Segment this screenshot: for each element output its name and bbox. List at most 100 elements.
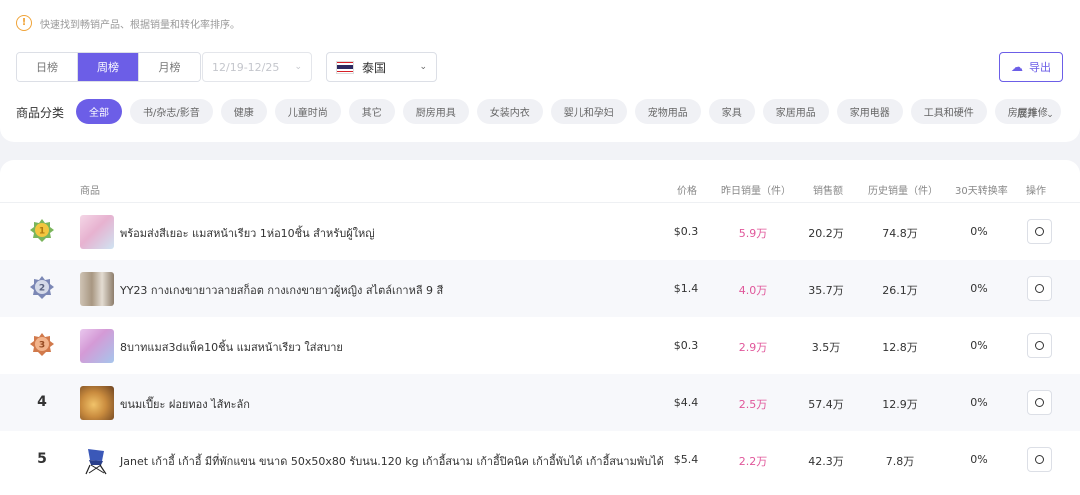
history-sales-value: 74.8万 — [882, 227, 918, 240]
history-sales-value: 12.9万 — [882, 398, 918, 411]
export-label: 导出 — [1029, 61, 1051, 74]
category-chip-books[interactable]: 书/杂志/影音 — [130, 99, 213, 124]
yesterday-sales-value: 2.9万 — [738, 341, 768, 354]
category-chips: 全部 书/杂志/影音 健康 儿童时尚 其它 厨房用具 女装内衣 婴儿和孕妇 宠物… — [76, 99, 1069, 124]
table-row: 3 8บาทแมส3dแพ็ค10ชิ้น แมสหน้าเรียว ใส่สบ… — [0, 317, 1080, 374]
category-chip-womens-wear[interactable]: 女装内衣 — [476, 99, 543, 124]
chevron-down-icon: ⌄ — [1046, 110, 1054, 120]
export-button[interactable]: ☁ 导出 — [999, 52, 1063, 82]
revenue-value: 57.4万 — [808, 398, 844, 411]
exclamation-icon: ! — [16, 15, 32, 31]
yesterday-sales-value: 2.2万 — [738, 455, 768, 468]
revenue-value: 3.5万 — [811, 341, 841, 354]
yesterday-sales-value: 2.5万 — [738, 398, 768, 411]
price-value: $0.3 — [673, 339, 699, 352]
cloud-export-icon: ☁ — [1011, 60, 1023, 74]
category-chip-tools[interactable]: 工具和硬件 — [910, 99, 987, 124]
search-circle-icon — [1035, 398, 1044, 407]
price-value: $0.3 — [673, 225, 699, 238]
view-detail-button[interactable] — [1027, 390, 1052, 415]
column-action: 操作 — [1026, 186, 1046, 197]
table-row: 5 Janet เก้าอี้ เก้าอี้ มีที่พักแขน ขนาด… — [0, 431, 1080, 488]
column-yesterday-sales: 昨日销量（件） — [721, 186, 791, 197]
period-tabs: 日榜 周榜 月榜 — [16, 52, 201, 82]
category-chip-appliances[interactable]: 家用电器 — [836, 99, 903, 124]
medal-rank: 1 — [39, 227, 45, 237]
gold-medal-icon: 1 — [30, 219, 54, 242]
silver-medal-icon: 2 — [30, 276, 54, 299]
rank-number: 5 — [37, 451, 47, 467]
category-chip-kitchen[interactable]: 厨房用具 — [402, 99, 469, 124]
view-detail-button[interactable] — [1027, 276, 1052, 301]
history-sales-value: 26.1万 — [882, 284, 918, 297]
expand-label: 展开 — [1017, 109, 1037, 120]
product-thumbnail[interactable] — [80, 272, 114, 306]
history-sales-value: 7.8万 — [885, 455, 915, 468]
product-thumbnail[interactable] — [80, 386, 114, 420]
view-detail-button[interactable] — [1027, 333, 1052, 358]
search-circle-icon — [1035, 455, 1044, 464]
chevron-down-icon: ⌄ — [419, 62, 427, 72]
thailand-flag-icon — [336, 60, 354, 74]
filter-panel: ! 快速找到畅销产品、根据销量和转化率排序。 日榜 周榜 月榜 12/19-12… — [0, 0, 1080, 142]
table-header: 商品 价格 昨日销量（件） 销售额 历史销量（件） 30天转换率 操作 — [0, 160, 1080, 203]
column-history-sales: 历史销量（件） — [868, 186, 938, 197]
category-chip-other[interactable]: 其它 — [348, 99, 395, 124]
table-row: 4 ขนมเปี๊ยะ ฝอยทอง ไส้ทะลัก $4.4 2.5万 57… — [0, 374, 1080, 431]
column-revenue: 销售额 — [813, 186, 843, 197]
product-thumbnail[interactable] — [80, 329, 114, 363]
revenue-value: 35.7万 — [808, 284, 844, 297]
product-thumbnail[interactable] — [80, 215, 114, 249]
view-detail-button[interactable] — [1027, 219, 1052, 244]
country-value: 泰国 — [362, 60, 387, 75]
expand-categories-button[interactable]: 展开 ⌄ — [1017, 105, 1054, 120]
product-name[interactable]: YY23 กางเกงขายาวลายสก็อต กางเกงขายาวผู้ห… — [120, 281, 443, 299]
column-conversion: 30天转换率 — [955, 186, 1008, 197]
category-chip-home[interactable]: 家居用品 — [762, 99, 829, 124]
price-value: $1.4 — [673, 282, 699, 295]
category-label: 商品分类 — [16, 106, 65, 120]
conversion-value: 0% — [970, 282, 988, 295]
conversion-value: 0% — [970, 453, 988, 466]
product-name[interactable]: Janet เก้าอี้ เก้าอี้ มีที่พักแขน ขนาด 5… — [120, 452, 664, 470]
history-sales-value: 12.8万 — [882, 341, 918, 354]
category-chip-furniture[interactable]: 家具 — [708, 99, 755, 124]
product-ranking-table: 商品 价格 昨日销量（件） 销售额 历史销量（件） 30天转换率 操作 1 พร… — [0, 160, 1080, 495]
search-circle-icon — [1035, 284, 1044, 293]
category-chip-pets[interactable]: 宠物用品 — [634, 99, 701, 124]
category-chip-health[interactable]: 健康 — [220, 99, 267, 124]
country-select[interactable]: 泰国 ⌄ — [326, 52, 437, 82]
column-product: 商品 — [80, 186, 100, 197]
date-range-select[interactable]: 12/19-12/25 ⌄ — [202, 52, 312, 82]
revenue-value: 20.2万 — [808, 227, 844, 240]
medal-rank: 2 — [39, 284, 45, 294]
product-name[interactable]: 8บาทแมส3dแพ็ค10ชิ้น แมสหน้าเรียว ใส่สบาย — [120, 338, 343, 356]
column-price: 价格 — [677, 186, 697, 197]
table-row: 2 YY23 กางเกงขายาวลายสก็อต กางเกงขายาวผู… — [0, 260, 1080, 317]
date-range-value: 12/19-12/25 — [212, 60, 280, 74]
category-chip-baby[interactable]: 婴儿和孕妇 — [550, 99, 627, 124]
product-name[interactable]: พร้อมส่งสีเยอะ แมสหน้าเรียว 1ห่อ10ชิ้น ส… — [120, 224, 375, 242]
rank-number: 4 — [37, 394, 47, 410]
category-chip-all[interactable]: 全部 — [76, 99, 122, 124]
tab-daily[interactable]: 日榜 — [17, 53, 78, 81]
conversion-value: 0% — [970, 339, 988, 352]
price-value: $4.4 — [673, 396, 699, 409]
medal-rank: 3 — [39, 341, 45, 351]
search-circle-icon — [1035, 227, 1044, 236]
notice-text: 快速找到畅销产品、根据销量和转化率排序。 — [40, 19, 240, 31]
category-chip-kids-fashion[interactable]: 儿童时尚 — [274, 99, 341, 124]
tab-weekly[interactable]: 周榜 — [78, 53, 139, 81]
tab-monthly[interactable]: 月榜 — [139, 53, 200, 81]
table-row: 1 พร้อมส่งสีเยอะ แมสหน้าเรียว 1ห่อ10ชิ้น… — [0, 203, 1080, 260]
chevron-down-icon: ⌄ — [294, 62, 302, 72]
yesterday-sales-value: 4.0万 — [738, 284, 768, 297]
notice-banner: ! 快速找到畅销产品、根据销量和转化率排序。 — [16, 15, 240, 31]
yesterday-sales-value: 5.9万 — [738, 227, 768, 240]
product-name[interactable]: ขนมเปี๊ยะ ฝอยทอง ไส้ทะลัก — [120, 395, 250, 413]
view-detail-button[interactable] — [1027, 447, 1052, 472]
conversion-value: 0% — [970, 225, 988, 238]
revenue-value: 42.3万 — [808, 455, 844, 468]
product-thumbnail[interactable] — [80, 443, 114, 477]
conversion-value: 0% — [970, 396, 988, 409]
